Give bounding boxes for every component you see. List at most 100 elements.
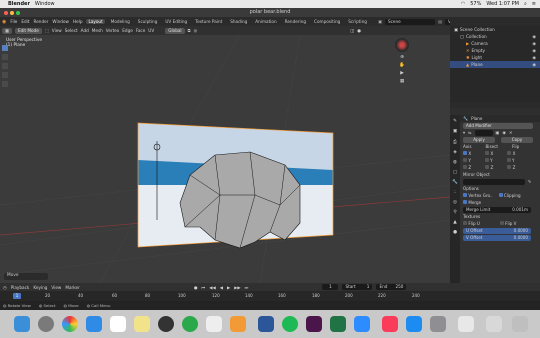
move-tool-icon[interactable]	[2, 63, 8, 69]
menu-face[interactable]: Face	[136, 28, 145, 33]
viewlayer-icon[interactable]: ▤	[438, 19, 442, 24]
outliner-item-collection[interactable]: ▢ Collection ◉	[450, 33, 540, 40]
notes-icon[interactable]	[134, 316, 150, 332]
next-key-icon[interactable]: ▶▶	[234, 285, 240, 290]
tab-shading[interactable]: Shading	[228, 19, 249, 24]
remove-modifier-icon[interactable]: ✕	[509, 130, 512, 135]
menu-list-icon[interactable]: ≡	[532, 1, 536, 7]
menu-uv[interactable]: UV	[148, 28, 154, 33]
blender-logo-icon[interactable]: ◉	[2, 19, 6, 25]
editmode-toggle-icon[interactable]: ▣	[496, 130, 500, 135]
outliner-item-empty[interactable]: ✕ Empty ◉	[450, 47, 540, 54]
axis-z-toggle[interactable]: Z	[463, 165, 471, 170]
tab-layout[interactable]: Layout	[86, 19, 105, 24]
outliner-item-light[interactable]: ✺ Light ◉	[450, 54, 540, 61]
system-preferences-icon[interactable]	[430, 316, 446, 332]
data-tab-icon[interactable]: ▲	[453, 220, 457, 225]
expand-chevron-icon[interactable]: ▾	[463, 130, 465, 135]
modifier-tab-icon[interactable]: 🔧	[452, 180, 458, 185]
calendar-icon[interactable]	[110, 316, 126, 332]
proportional-edit-icon[interactable]: ◎	[194, 28, 198, 33]
flip-u-toggle[interactable]: Flip U	[463, 221, 480, 226]
menu-playback[interactable]: Playback	[11, 285, 30, 290]
menu-view[interactable]: View	[51, 285, 61, 290]
cursor-tool-icon[interactable]	[2, 54, 8, 60]
spotify-icon[interactable]	[282, 316, 298, 332]
flip-v-toggle[interactable]: Flip V	[499, 221, 517, 226]
scene-field[interactable]: Scene	[384, 18, 435, 25]
axis-gizmo-icon[interactable]	[395, 38, 409, 52]
v-offset-field[interactable]: V Offset 0.0000	[463, 234, 531, 241]
slack-icon[interactable]	[306, 316, 322, 332]
bisect-y-toggle[interactable]: Y	[484, 158, 493, 163]
tab-uv-editing[interactable]: UV Editing	[163, 19, 189, 24]
playhead[interactable]: 1	[13, 293, 21, 299]
grid-view-icon[interactable]: ▦	[400, 79, 404, 84]
menu-marker[interactable]: Marker	[65, 285, 79, 290]
u-offset-field[interactable]: U Offset 0.0000	[463, 227, 531, 234]
3d-viewport[interactable]: User Perspective (1) Plane ⊕ ✋ ▶ ▦ Move	[0, 35, 450, 283]
blender-icon[interactable]	[230, 316, 246, 332]
trash-icon[interactable]	[512, 316, 528, 332]
downloads-stack-icon[interactable]	[458, 316, 474, 332]
physics-tab-icon[interactable]: ◎	[453, 200, 457, 205]
bisect-x-toggle[interactable]: X	[485, 151, 493, 156]
jump-end-icon[interactable]: ⏭	[245, 285, 249, 290]
word-icon[interactable]	[258, 316, 274, 332]
modifier-name-field[interactable]	[474, 129, 493, 136]
axis-x-toggle[interactable]: X	[463, 151, 471, 156]
tab-sculpting[interactable]: Sculpting	[136, 19, 160, 24]
eyedropper-icon[interactable]: ✎	[528, 179, 531, 184]
close-window-button[interactable]	[4, 10, 8, 15]
time-machine-icon[interactable]	[158, 316, 174, 332]
timeline-ruler[interactable]: 1 20 40 60 80 100 120 140 160 180 200 22…	[0, 291, 540, 301]
outliner-item-camera[interactable]: ▶ Camera ◉	[450, 40, 540, 47]
editor-type-icon[interactable]: ▦	[2, 27, 12, 34]
play-icon[interactable]: ▶	[227, 285, 230, 290]
visibility-eye-icon[interactable]: ◉	[532, 33, 536, 40]
tab-scripting[interactable]: Scripting	[346, 19, 369, 24]
mirror-object-field[interactable]	[463, 178, 525, 185]
mail-icon[interactable]	[86, 316, 102, 332]
scene-tab-icon[interactable]: ◈	[453, 150, 457, 155]
prev-key-icon[interactable]: ◀◀	[209, 285, 215, 290]
menu-render[interactable]: Render	[34, 19, 49, 24]
menu-select[interactable]: Select	[65, 28, 78, 33]
zoom-icon[interactable]: ⊕	[400, 55, 404, 60]
visibility-eye-icon[interactable]: ◉	[532, 61, 536, 68]
pan-hand-icon[interactable]: ✋	[399, 63, 405, 68]
battery-percent[interactable]: 57%	[470, 1, 481, 7]
visibility-eye-icon[interactable]: ◉	[532, 47, 536, 54]
current-frame-field[interactable]: 1	[322, 284, 339, 290]
search-icon[interactable]: ⌕	[524, 1, 527, 7]
tab-modeling[interactable]: Modeling	[109, 19, 132, 24]
render-tab-icon[interactable]: ▣	[453, 129, 457, 134]
select-box-tool-icon[interactable]	[2, 45, 8, 51]
wifi-icon[interactable]: ◠	[461, 1, 465, 7]
menu-window[interactable]: Window	[35, 1, 55, 7]
constraints-tab-icon[interactable]: ⚲	[453, 210, 456, 215]
world-tab-icon[interactable]: ◍	[453, 160, 457, 165]
menu-keying[interactable]: Keying	[33, 285, 47, 290]
camera-view-icon[interactable]: ▶	[400, 71, 404, 76]
tool-tab-icon[interactable]: ✎	[453, 119, 457, 124]
add-modifier-dropdown[interactable]: Add Modifier	[463, 122, 533, 129]
viewport-canvas[interactable]	[0, 35, 450, 283]
app-menu[interactable]: Blender	[8, 1, 30, 7]
launchpad-icon[interactable]	[38, 316, 54, 332]
menu-add[interactable]: Add	[81, 28, 89, 33]
finder-icon[interactable]	[14, 316, 30, 332]
zoom-window-button[interactable]	[16, 10, 20, 15]
vertex-groups-toggle[interactable]: Vertex Gro..	[463, 193, 493, 198]
mode-dropdown[interactable]: Edit Mode	[14, 27, 42, 34]
app-store-icon[interactable]	[406, 316, 422, 332]
end-frame-field[interactable]: End 250	[376, 284, 407, 290]
material-tab-icon[interactable]: ●	[453, 230, 457, 235]
tab-compositing[interactable]: Compositing	[312, 19, 342, 24]
chrome-icon[interactable]	[62, 316, 78, 332]
scene-icon[interactable]: ▣	[378, 19, 382, 24]
menu-edge[interactable]: Edge	[122, 28, 133, 33]
apply-button[interactable]: Apply	[463, 136, 495, 143]
excel-icon[interactable]	[330, 316, 346, 332]
minimize-window-button[interactable]	[10, 10, 14, 15]
